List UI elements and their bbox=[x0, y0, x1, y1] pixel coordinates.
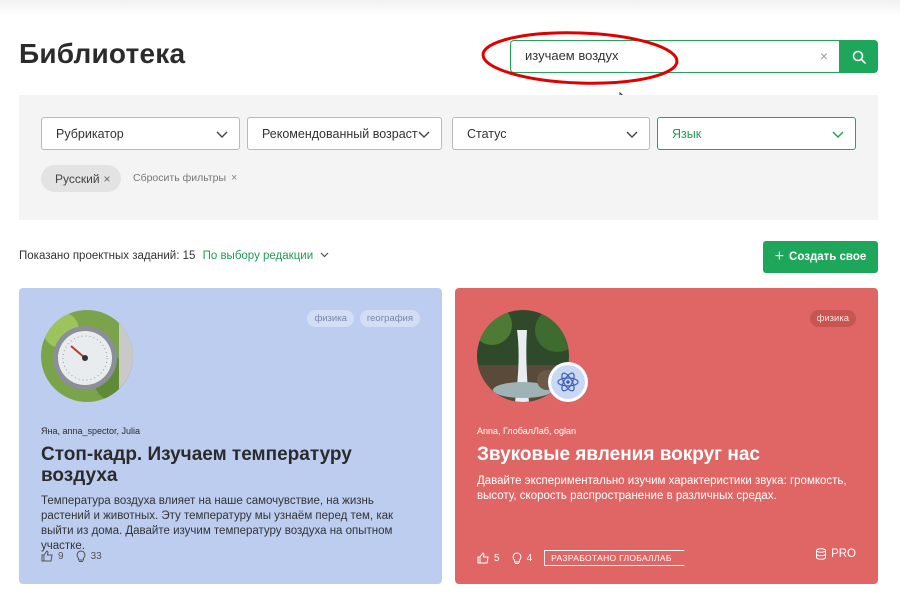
reset-filters-label: Сбросить фильтры bbox=[133, 172, 227, 184]
chevron-down-icon bbox=[626, 131, 638, 138]
tag[interactable]: физика bbox=[809, 310, 856, 327]
lab-badge bbox=[548, 362, 588, 402]
ideas-stat[interactable]: 4 bbox=[512, 552, 533, 564]
chevron-down-icon bbox=[320, 252, 329, 258]
likes-stat[interactable]: 9 bbox=[41, 550, 64, 562]
chevron-down-icon bbox=[216, 131, 228, 138]
project-card[interactable]: физика география Яна, anna_spector, Juli… bbox=[19, 288, 442, 584]
card-authors: Anna, ГлобалЛаб, oglan bbox=[477, 426, 577, 436]
reset-filters-link[interactable]: Сбросить фильтры × bbox=[133, 172, 237, 184]
sort-label: По выбору редакции bbox=[202, 250, 314, 262]
thumbs-up-icon bbox=[41, 550, 53, 562]
pro-badge: PRO bbox=[815, 548, 856, 560]
age-dropdown-label: Рекомендованный возраст bbox=[262, 126, 418, 141]
card-stats: 5 4 РАЗРАБОТАНО ГЛОБАЛЛАБ bbox=[477, 550, 685, 566]
tag-list: физика bbox=[809, 310, 856, 327]
page-title: Библиотека bbox=[19, 38, 186, 69]
age-dropdown[interactable]: Рекомендованный возраст bbox=[247, 117, 442, 150]
developed-by-globallab-badge: РАЗРАБОТАНО ГЛОБАЛЛАБ bbox=[544, 550, 685, 566]
chevron-down-icon bbox=[418, 131, 430, 138]
language-dropdown-label: Язык bbox=[672, 126, 702, 141]
rubricator-dropdown-label: Рубрикатор bbox=[56, 126, 124, 141]
rubricator-dropdown[interactable]: Рубрикатор bbox=[41, 117, 240, 150]
remove-chip-icon[interactable]: × bbox=[104, 172, 111, 186]
plus-icon: + bbox=[774, 248, 785, 265]
create-own-button[interactable]: + Создать свое bbox=[763, 241, 878, 273]
chevron-down-icon bbox=[832, 131, 844, 138]
annotation-ellipse bbox=[481, 31, 679, 85]
filter-panel: Рубрикатор Рекомендованный возраст Стату… bbox=[19, 95, 878, 220]
card-stats: 9 33 bbox=[41, 550, 114, 562]
database-icon bbox=[816, 548, 827, 560]
card-title[interactable]: Звуковые явления вокруг нас bbox=[477, 444, 857, 465]
ideas-count: 4 bbox=[526, 552, 533, 564]
card-description: Температура воздуха влияет на наше самоч… bbox=[41, 495, 394, 552]
tag-list: физика география bbox=[307, 310, 420, 327]
language-dropdown[interactable]: Язык bbox=[657, 117, 856, 150]
likes-stat[interactable]: 5 bbox=[477, 552, 500, 564]
tag[interactable]: география bbox=[359, 310, 420, 327]
card-description: Давайте экспериментально изучим характер… bbox=[477, 475, 847, 502]
ideas-stat[interactable]: 33 bbox=[76, 550, 102, 562]
language-filter-chip[interactable]: Русский × bbox=[41, 165, 121, 192]
sort-dropdown[interactable]: По выбору редакции bbox=[203, 250, 330, 262]
results-count: Показано проектных заданий: 15 bbox=[19, 250, 196, 262]
search-button[interactable] bbox=[839, 40, 878, 73]
tag[interactable]: физика bbox=[307, 310, 354, 327]
likes-count: 5 bbox=[494, 552, 500, 564]
close-icon: × bbox=[231, 172, 238, 184]
lightbulb-icon bbox=[76, 550, 85, 562]
likes-count: 9 bbox=[58, 550, 64, 562]
results-bar: Показано проектных заданий: 15 По выбору… bbox=[19, 250, 329, 262]
project-card[interactable]: физика Anna, ГлобалЛаб, oglan Звуковые я… bbox=[455, 288, 878, 584]
lightbulb-icon bbox=[512, 552, 521, 564]
status-dropdown-label: Статус bbox=[467, 126, 507, 141]
pro-label: PRO bbox=[831, 548, 856, 560]
status-dropdown[interactable]: Статус bbox=[452, 117, 650, 150]
clear-search-icon[interactable]: × bbox=[820, 48, 828, 64]
search-icon bbox=[852, 50, 866, 64]
header-shadow bbox=[0, 0, 900, 16]
card-authors: Яна, anna_spector, Julia bbox=[41, 426, 141, 436]
thermometer-image bbox=[41, 310, 133, 402]
thumbs-up-icon bbox=[477, 552, 489, 564]
create-own-label: Создать свое bbox=[789, 251, 867, 263]
atom-icon bbox=[557, 372, 579, 392]
card-title[interactable]: Стоп-кадр. Изучаем температуру воздуха bbox=[41, 444, 421, 486]
ideas-count: 33 bbox=[90, 550, 102, 562]
chip-label: Русский bbox=[55, 171, 100, 186]
